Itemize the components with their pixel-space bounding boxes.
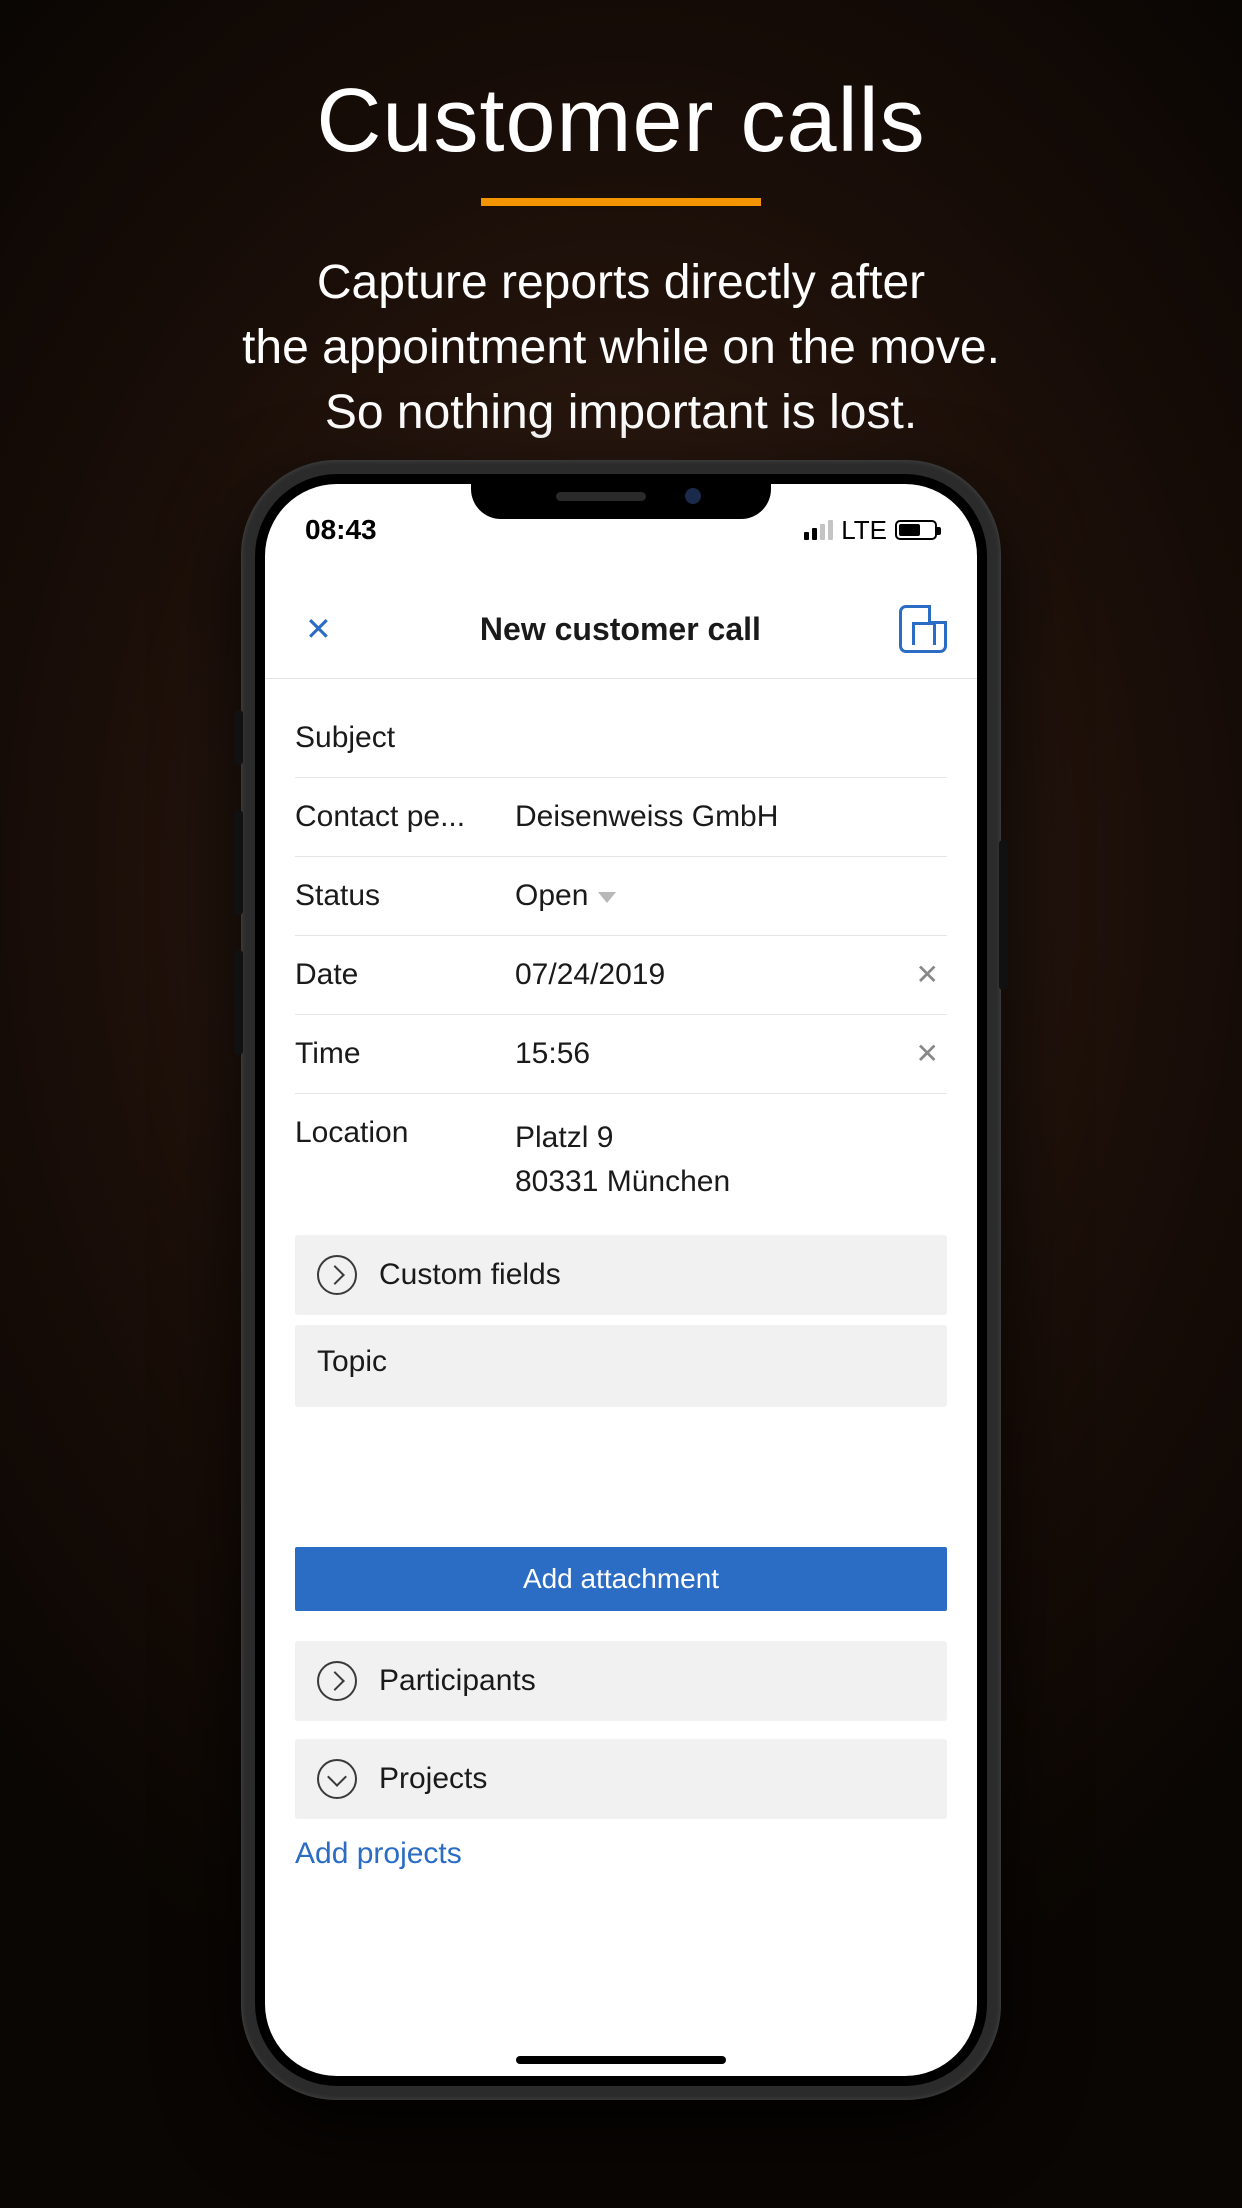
form-container: Subject Contact pe... Deisenweiss GmbH S…	[265, 679, 977, 1819]
chevron-right-icon	[317, 1661, 357, 1701]
phone-screen: 08:43 LTE ✕ New customer call Subject	[265, 484, 977, 2076]
participants-label: Participants	[379, 1664, 536, 1698]
add-attachment-button[interactable]: Add attachment	[295, 1547, 947, 1611]
date-row[interactable]: Date 07/24/2019 ✕	[295, 936, 947, 1015]
add-projects-label: Add projects	[295, 1837, 462, 1870]
chevron-right-icon	[317, 1255, 357, 1295]
nav-header: ✕ New customer call	[265, 554, 977, 679]
status-row[interactable]: Status Open	[295, 857, 947, 936]
chevron-down-icon	[317, 1759, 357, 1799]
status-value-text: Open	[515, 879, 588, 912]
hero-sub-line: So nothing important is lost.	[325, 386, 917, 439]
status-time: 08:43	[305, 514, 377, 546]
topic-editor[interactable]	[295, 1407, 947, 1537]
network-label: LTE	[841, 515, 887, 546]
time-label: Time	[295, 1037, 515, 1071]
location-row[interactable]: Location Platzl 9 80331 München	[295, 1094, 947, 1225]
battery-icon	[895, 520, 937, 540]
topic-label: Topic	[317, 1345, 387, 1379]
status-label: Status	[295, 879, 515, 913]
phone-volume-up	[234, 810, 243, 915]
signal-icon	[804, 520, 833, 540]
subject-row[interactable]: Subject	[295, 699, 947, 778]
contact-row[interactable]: Contact pe... Deisenweiss GmbH	[295, 778, 947, 857]
close-button[interactable]: ✕	[295, 604, 342, 654]
clear-date-button[interactable]: ✕	[908, 958, 947, 991]
subject-label: Subject	[295, 721, 515, 755]
custom-fields-section[interactable]: Custom fields	[295, 1235, 947, 1315]
phone-bezel: 08:43 LTE ✕ New customer call Subject	[255, 474, 987, 2086]
location-value: Platzl 9 80331 München	[515, 1116, 947, 1203]
phone-mute-switch	[234, 710, 243, 765]
topic-section-header: Topic	[295, 1325, 947, 1407]
time-value: 15:56	[515, 1037, 908, 1071]
hero-underline	[481, 198, 761, 206]
time-row[interactable]: Time 15:56 ✕	[295, 1015, 947, 1094]
contact-value: Deisenweiss GmbH	[515, 800, 947, 834]
add-projects-link[interactable]: Add projects	[265, 1819, 977, 1901]
hero-sub-line: Capture reports directly after	[317, 256, 925, 309]
date-value: 07/24/2019	[515, 958, 908, 992]
phone-power-button	[999, 840, 1008, 990]
page-title: New customer call	[342, 611, 899, 648]
clear-time-button[interactable]: ✕	[908, 1037, 947, 1070]
status-value: Open	[515, 879, 947, 913]
phone-frame: 08:43 LTE ✕ New customer call Subject	[241, 460, 1001, 2100]
projects-section[interactable]: Projects	[295, 1739, 947, 1819]
hero-subtitle: Capture reports directly after the appoi…	[0, 251, 1242, 445]
projects-label: Projects	[379, 1762, 487, 1796]
home-indicator[interactable]	[516, 2056, 726, 2064]
participants-section[interactable]: Participants	[295, 1641, 947, 1721]
hero-sub-line: the appointment while on the move.	[242, 321, 1000, 374]
location-label: Location	[295, 1116, 515, 1150]
status-right: LTE	[804, 515, 937, 546]
phone-volume-down	[234, 950, 243, 1055]
hero-marketing: Customer calls Capture reports directly …	[0, 0, 1242, 445]
date-label: Date	[295, 958, 515, 992]
contact-label: Contact pe...	[295, 800, 515, 834]
phone-notch	[471, 474, 771, 519]
add-attachment-label: Add attachment	[523, 1563, 719, 1594]
hero-title: Customer calls	[0, 70, 1242, 173]
dropdown-caret-icon	[598, 892, 616, 903]
save-button[interactable]	[899, 605, 947, 653]
custom-fields-label: Custom fields	[379, 1258, 561, 1292]
